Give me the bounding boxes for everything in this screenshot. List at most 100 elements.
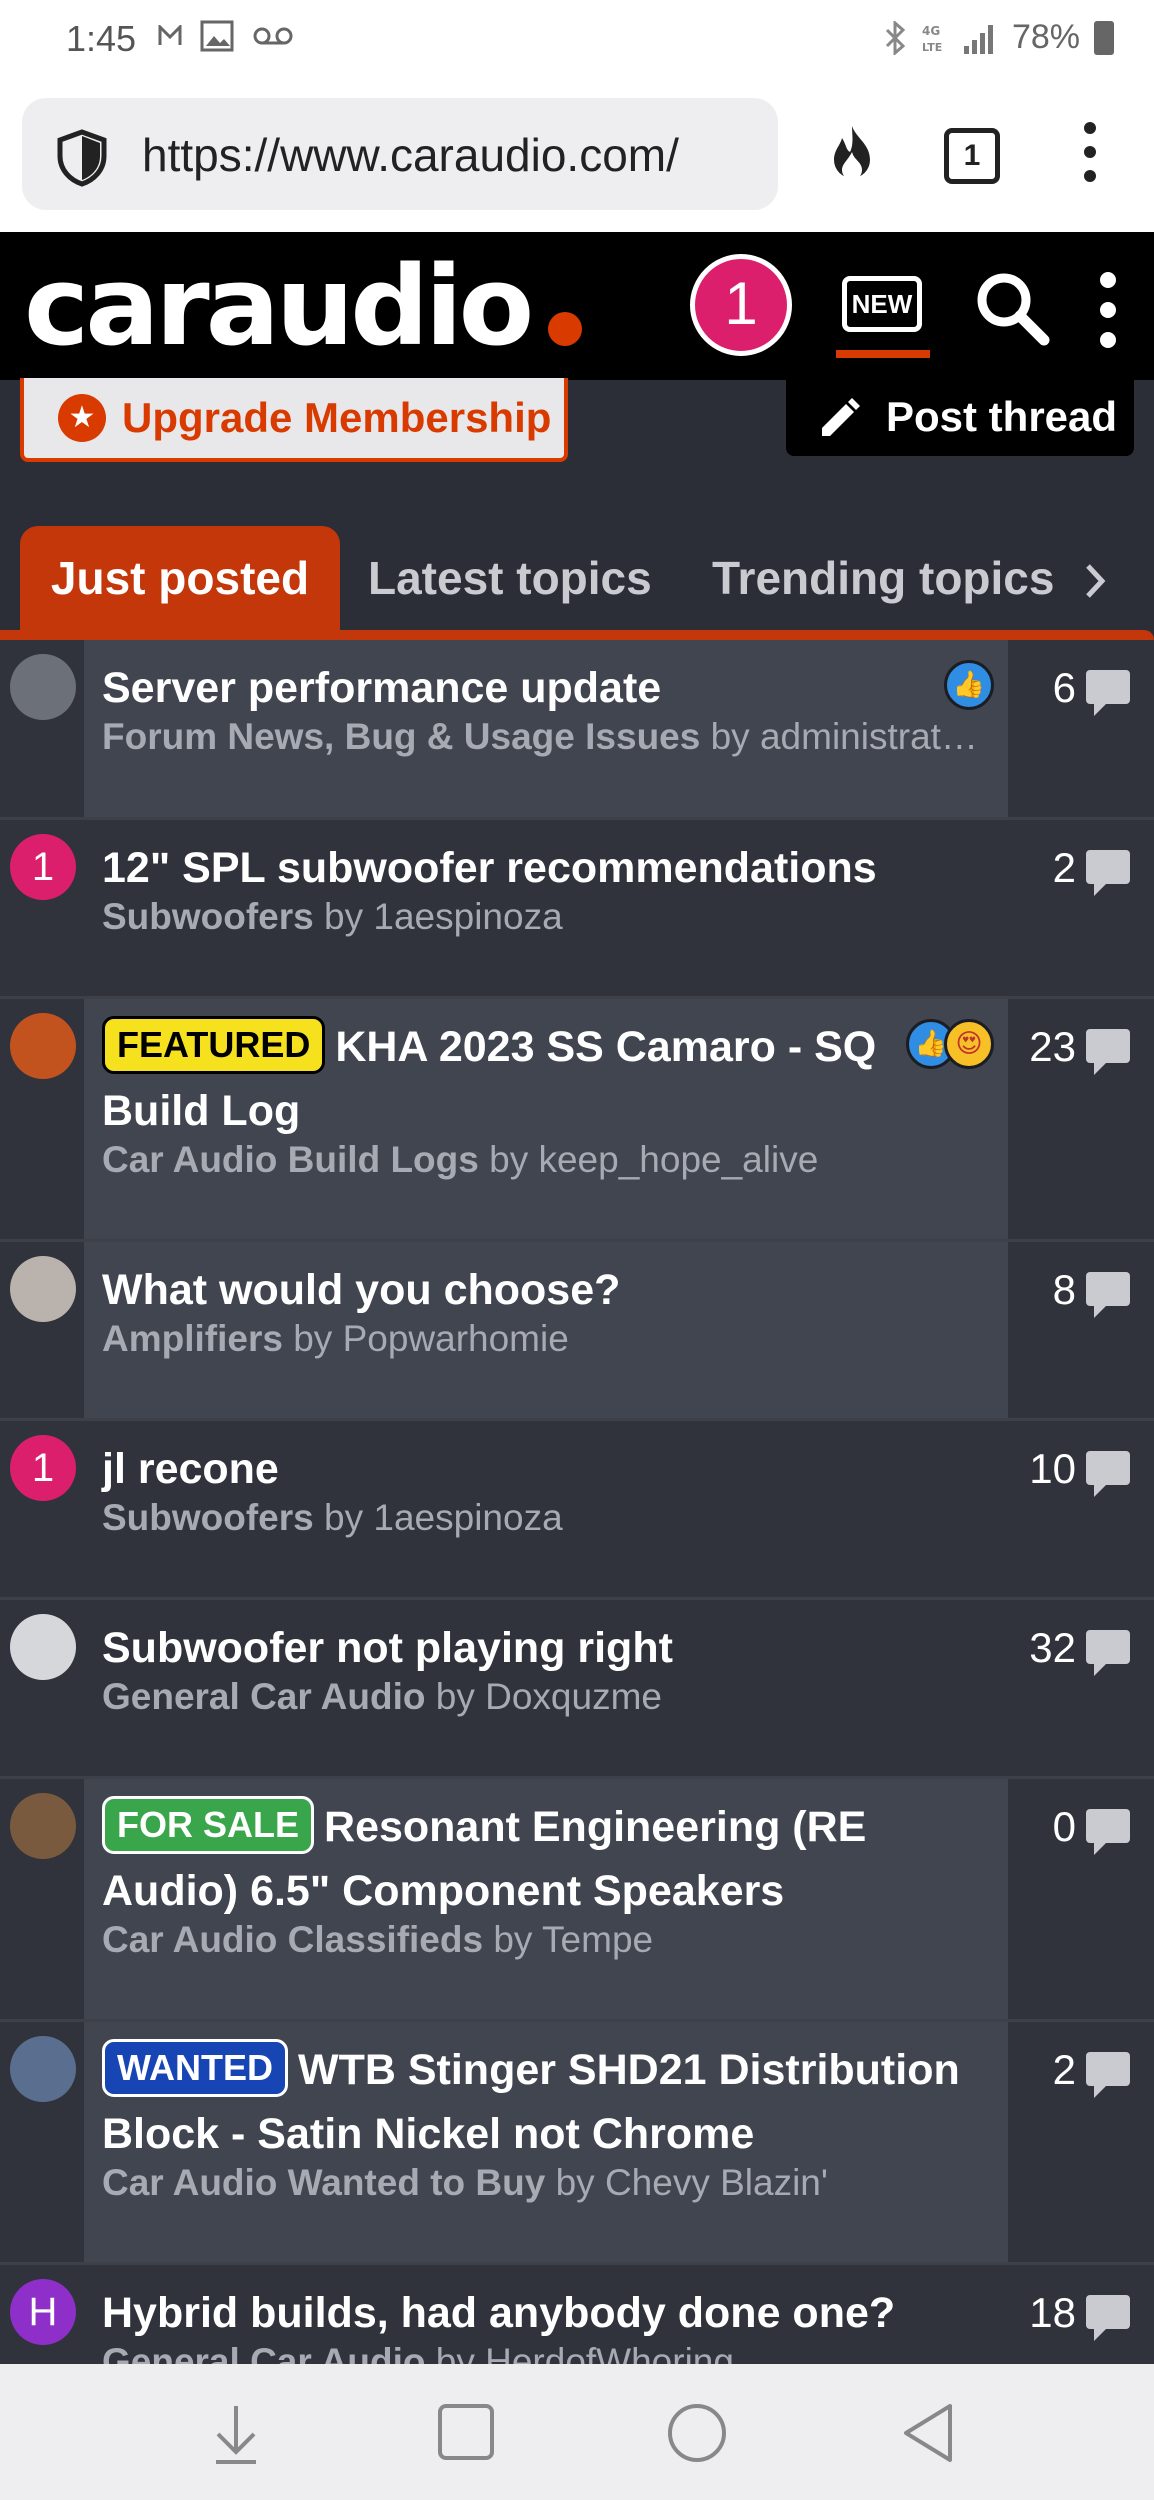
search-icon[interactable] (972, 268, 1052, 348)
thread-title[interactable]: Server performance update (102, 656, 928, 720)
avatar[interactable] (10, 1614, 76, 1680)
reply-count: 18 (1029, 2289, 1076, 2336)
by-label: by (489, 1139, 529, 1180)
thread-title[interactable]: What would you choose? (102, 1258, 994, 1322)
reply-count: 6 (1052, 664, 1076, 711)
status-notification-icons (158, 20, 294, 52)
comment-icon (1086, 1029, 1130, 1075)
forum-link[interactable]: Subwoofers (102, 896, 314, 937)
forum-link[interactable]: Car Audio Classifieds (102, 1919, 483, 1960)
reply-count: 8 (1052, 1266, 1076, 1313)
back-icon[interactable] (900, 2402, 956, 2464)
thread-row[interactable]: FOR SALE Resonant Engineering (RE Audio) … (0, 1779, 1154, 2022)
post-thread-label: Post thread (886, 393, 1118, 440)
site-logo[interactable]: caraudio (24, 246, 534, 366)
forum-link[interactable]: Subwoofers (102, 1497, 314, 1538)
author-link[interactable]: HerdofWhoring (485, 2341, 734, 2364)
reply-count: 0 (1052, 1803, 1076, 1850)
reaction-summary[interactable]: 👍 😍 (906, 1019, 994, 1069)
new-posts-button[interactable]: NEW (842, 276, 922, 332)
android-nav-bar (0, 2364, 1154, 2500)
avatar[interactable] (10, 1793, 76, 1859)
author-link[interactable]: Chevy Blazin' (605, 2162, 828, 2203)
by-label: by (435, 2341, 475, 2364)
by-label: by (493, 1919, 533, 1960)
avatar[interactable] (10, 2036, 76, 2102)
thread-meta: Subwoofers by 1aespinoza (102, 1497, 994, 1539)
forum-link[interactable]: Car Audio Wanted to Buy (102, 2162, 545, 2203)
author-link[interactable]: keep_hope_alive (538, 1139, 818, 1180)
bluetooth-icon (885, 20, 906, 55)
status-bar: 1:45 4G LTE 78% (0, 0, 1154, 80)
thread-row[interactable]: FEATURED KHA 2023 SS Camaro - SQ Build Lo… (0, 999, 1154, 1242)
thread-row[interactable]: H Hybrid builds, had anybody done one? G… (0, 2265, 1154, 2364)
url-text[interactable]: https://www.caraudio.com/ (142, 128, 772, 182)
avatar[interactable]: 1 (10, 1435, 76, 1501)
thread-title[interactable]: jl recone (102, 1437, 994, 1501)
forum-link[interactable]: General Car Audio (102, 1676, 425, 1717)
forum-link[interactable]: Amplifiers (102, 1318, 283, 1359)
thread-row[interactable]: 1 12" SPL subwoofer recommendations Subw… (0, 820, 1154, 999)
author-link[interactable]: Tempe (542, 1919, 653, 1960)
star-icon: ★ (58, 394, 106, 442)
thread-row[interactable]: What would you choose? Amplifiers by Pop… (0, 1242, 1154, 1421)
thread-meta: General Car Audio by Doxquzme (102, 1676, 994, 1718)
avatar[interactable] (10, 654, 76, 720)
logo-dot (548, 312, 582, 346)
comment-icon (1086, 1630, 1130, 1676)
thread-title[interactable]: FEATURED KHA 2023 SS Camaro - SQ Build Lo… (102, 1015, 994, 1143)
thread-row[interactable]: WANTED WTB Stinger SHD21 Distribution Blo… (0, 2022, 1154, 2265)
thread-row[interactable]: Subwoofer not playing right General Car … (0, 1600, 1154, 1779)
author-link[interactable]: Doxquzme (485, 1676, 662, 1717)
thread-row[interactable]: 1 jl recone Subwoofers by 1aespinoza 10 (0, 1421, 1154, 1600)
status-time: 1:45 (66, 18, 137, 59)
thread-row[interactable]: Server performance update 👍 Forum News, … (0, 640, 1154, 820)
thread-title[interactable]: 12" SPL subwoofer recommendations (102, 836, 994, 900)
site-header: caraudio 1 NEW (0, 232, 1154, 380)
tab-just-posted[interactable]: Just posted (20, 526, 340, 632)
avatar[interactable] (10, 1013, 76, 1079)
reply-count: 2 (1052, 844, 1076, 891)
url-bar[interactable]: https://www.caraudio.com/ (22, 98, 778, 210)
love-reaction-icon: 😍 (944, 1019, 994, 1069)
tab-trending-topics[interactable]: Trending topics (712, 526, 1054, 632)
forum-link[interactable]: Car Audio Build Logs (102, 1139, 479, 1180)
tab-switcher-button[interactable]: 1 (944, 128, 1000, 184)
fire-icon[interactable] (824, 122, 880, 186)
author-link[interactable]: 1aespinoza (373, 896, 562, 937)
chevron-right-icon[interactable] (1082, 562, 1108, 600)
thread-title[interactable]: Hybrid builds, had anybody done one? (102, 2281, 994, 2345)
author-link[interactable]: Popwarhomie (343, 1318, 569, 1359)
thread-meta: Subwoofers by 1aespinoza (102, 896, 994, 938)
upgrade-membership-button[interactable]: ★ Upgrade Membership (20, 378, 568, 462)
tab-latest-topics[interactable]: Latest topics (368, 526, 652, 632)
battery-icon (1094, 20, 1114, 55)
avatar[interactable] (10, 1256, 76, 1322)
battery-percent: 78% (1011, 18, 1080, 56)
recents-icon[interactable] (436, 2402, 496, 2462)
reply-count: 2 (1052, 2046, 1076, 2093)
browser-menu-icon[interactable] (1084, 122, 1098, 194)
thread-title[interactable]: Subwoofer not playing right (102, 1616, 994, 1680)
avatar[interactable]: H (10, 2279, 76, 2345)
thread-title[interactable]: FOR SALE Resonant Engineering (RE Audio) … (102, 1795, 994, 1923)
forum-link[interactable]: General Car Audio (102, 2341, 425, 2364)
svg-text:4G: 4G (922, 24, 940, 38)
shield-icon[interactable] (52, 128, 112, 188)
user-avatar[interactable]: 1 (690, 254, 792, 356)
thread-title[interactable]: WANTED WTB Stinger SHD21 Distribution Blo… (102, 2038, 994, 2166)
post-thread-button[interactable]: Post thread (786, 378, 1134, 456)
author-link[interactable]: administrat… (760, 716, 978, 757)
avatar[interactable]: 1 (10, 834, 76, 900)
reaction-summary[interactable]: 👍 (944, 660, 994, 710)
forum-link[interactable]: Forum News, Bug & Usage Issues (102, 716, 700, 757)
download-icon[interactable] (206, 2402, 266, 2466)
thread-meta: General Car Audio by HerdofWhoring (102, 2341, 994, 2364)
for-sale-badge: FOR SALE (102, 1796, 315, 1854)
by-label: by (555, 2162, 595, 2203)
author-link[interactable]: 1aespinoza (373, 1497, 562, 1538)
comment-icon (1086, 1809, 1130, 1855)
featured-badge: FEATURED (102, 1016, 326, 1074)
site-menu-icon[interactable] (1100, 272, 1116, 362)
home-icon[interactable] (666, 2402, 728, 2464)
